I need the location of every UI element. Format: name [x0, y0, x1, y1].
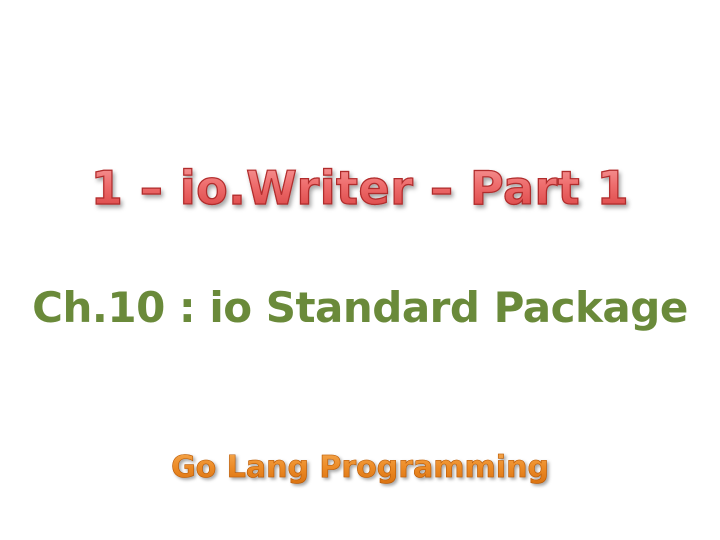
slide: 1 – io.Writer – Part 1 Ch.10 : io Standa… — [0, 0, 720, 540]
slide-subtitle: Ch.10 : io Standard Package — [32, 283, 688, 332]
slide-footer: Go Lang Programming — [0, 446, 720, 490]
slide-title: 1 – io.Writer – Part 1 — [0, 158, 720, 218]
